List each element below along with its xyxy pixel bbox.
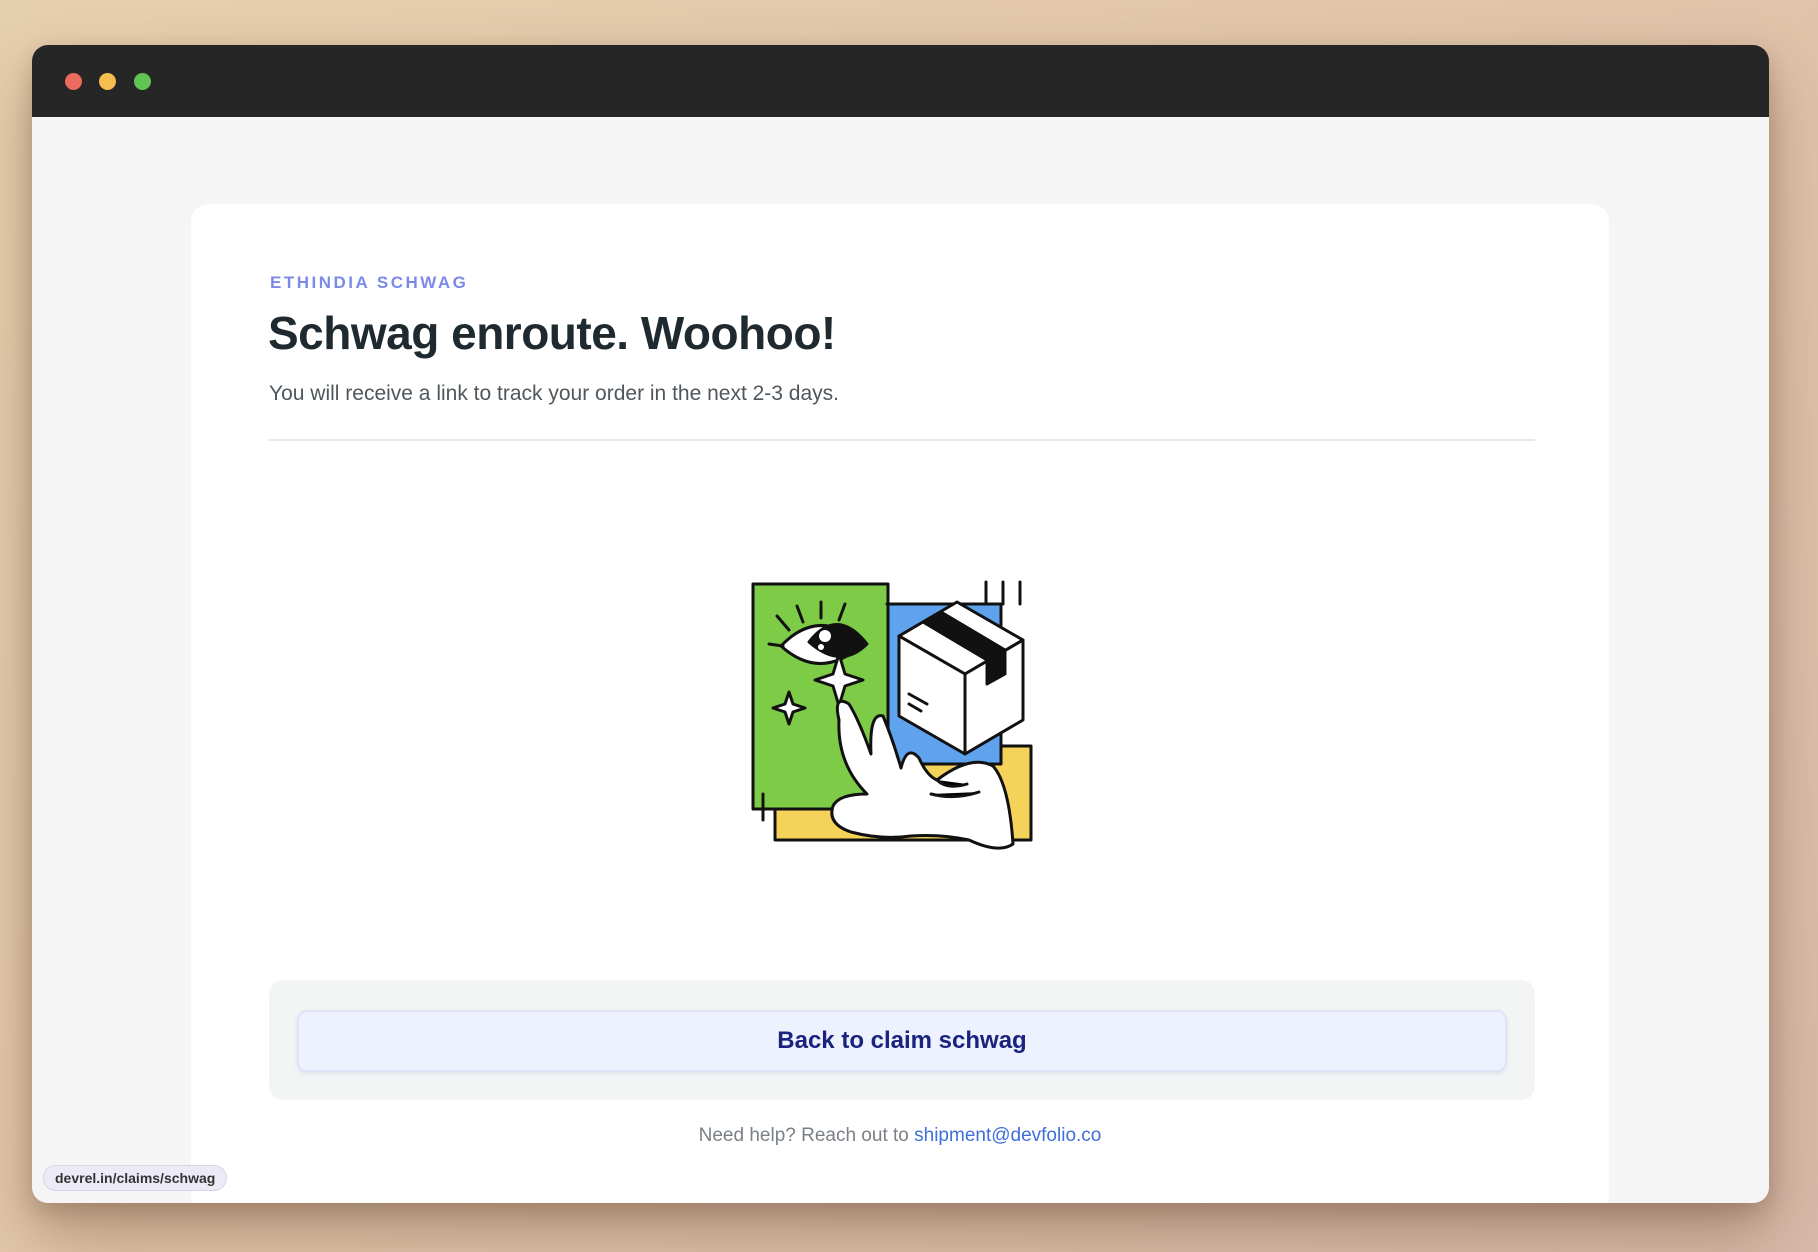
close-window-button[interactable]	[65, 73, 82, 90]
support-email-link[interactable]: shipment@devfolio.co	[914, 1125, 1101, 1146]
help-text: Need help? Reach out to shipment@devfoli…	[191, 1125, 1609, 1147]
cta-container: Back to claim schwag	[269, 980, 1535, 1100]
minimize-window-button[interactable]	[99, 73, 116, 90]
hand-holding-package-illustration	[741, 544, 1061, 864]
back-to-claim-button[interactable]: Back to claim schwag	[297, 1010, 1507, 1072]
divider	[269, 439, 1535, 441]
maximize-window-button[interactable]	[134, 73, 151, 90]
page-title: Schwag enroute. Woohoo!	[268, 307, 836, 359]
page-subtitle: You will receive a link to track your or…	[269, 382, 840, 405]
status-bar-url: devrel.in/claims/schwag	[43, 1165, 228, 1191]
browser-window: ETHINDIA SCHWAG Schwag enroute. Woohoo! …	[32, 45, 1769, 1203]
confirmation-card: ETHINDIA SCHWAG Schwag enroute. Woohoo! …	[191, 204, 1609, 1203]
help-prefix: Need help? Reach out to	[698, 1125, 909, 1146]
window-titlebar	[32, 45, 1769, 117]
page-viewport: ETHINDIA SCHWAG Schwag enroute. Woohoo! …	[32, 117, 1769, 1203]
eyebrow-label: ETHINDIA SCHWAG	[270, 273, 469, 292]
